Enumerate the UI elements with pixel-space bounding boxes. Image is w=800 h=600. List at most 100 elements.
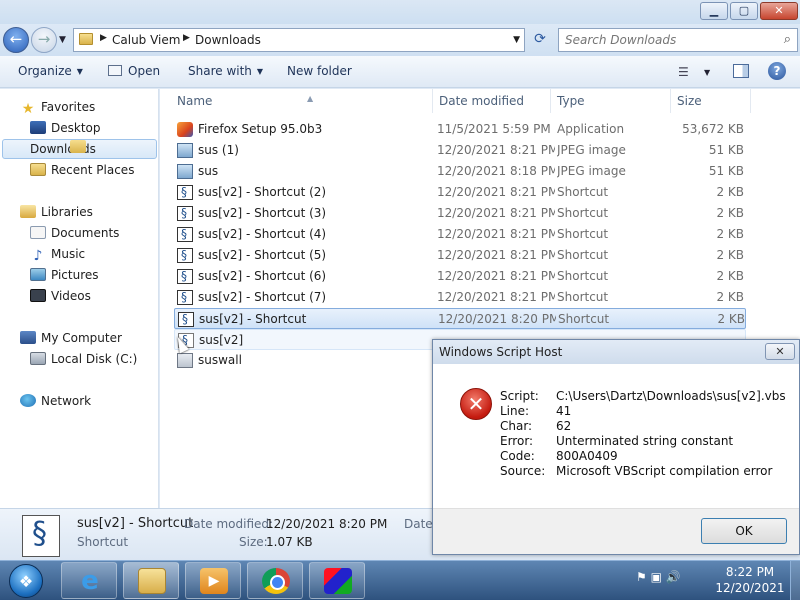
- file-row[interactable]: Firefox Setup 95.0b3 11/5/2021 5:59 PM App…: [174, 119, 746, 140]
- refresh-button[interactable]: ⟳: [528, 28, 552, 52]
- shortcut-script-icon: [177, 287, 193, 308]
- file-row[interactable]: sus (1) 12/20/2021 8:21 PM JPEG image 51 KB: [174, 140, 746, 161]
- star-icon: ★: [21, 101, 35, 117]
- media-player-icon: ▶: [200, 568, 228, 594]
- taskbar-windows-explorer[interactable]: [123, 562, 179, 599]
- taskbar-chrome[interactable]: [247, 562, 303, 599]
- breadcrumb-calub-viem[interactable]: Calub Viem: [112, 33, 180, 47]
- nav-documents[interactable]: Documents: [30, 223, 119, 243]
- nav-desktop-label: Desktop: [51, 121, 101, 135]
- file-name: sus (1): [198, 143, 239, 157]
- taskbar-script-app[interactable]: [309, 562, 365, 599]
- file-size: 2 KB: [716, 227, 744, 241]
- file-size: 2 KB: [716, 185, 744, 199]
- ok-button[interactable]: OK: [701, 518, 787, 544]
- change-view-icon[interactable]: ☰: [678, 65, 689, 79]
- address-row: ← → ▼ ▶ Calub Viem ▶ Downloads ▼ ⟳ ⌕: [0, 24, 800, 56]
- file-date-modified: 12/20/2021 8:20 PM: [438, 312, 556, 326]
- nav-pictures[interactable]: Pictures: [30, 265, 99, 285]
- file-row[interactable]: sus[v2] - Shortcut (7) 12/20/2021 8:21 PM…: [174, 287, 746, 308]
- taskbar-clock[interactable]: 8:22 PM 12/20/2021: [712, 564, 788, 596]
- breadcrumb-separator-icon[interactable]: ▶: [183, 33, 190, 43]
- search-icon[interactable]: ⌕: [784, 32, 791, 47]
- column-header-date-modified[interactable]: Date modified: [433, 89, 551, 113]
- file-row[interactable]: sus[v2] - Shortcut (6) 12/20/2021 8:21 PM…: [174, 266, 746, 287]
- nav-favorites[interactable]: ★ Favorites: [20, 97, 96, 117]
- details-file-type: Shortcut: [77, 535, 129, 549]
- file-date-modified: 12/20/2021 8:21 PM: [437, 143, 555, 157]
- nav-libraries-label: Libraries: [41, 205, 93, 219]
- recent-pages-dropdown[interactable]: ▼: [59, 35, 66, 45]
- file-size: 2 KB: [716, 248, 744, 262]
- address-dropdown-icon[interactable]: ▼: [513, 35, 520, 45]
- script-app-icon: [324, 568, 352, 594]
- share-with-button[interactable]: Share with ▼: [188, 64, 263, 78]
- close-button[interactable]: ✕: [760, 2, 798, 20]
- breadcrumb-separator-icon[interactable]: ▶: [100, 33, 107, 43]
- nav-local-disk[interactable]: Local Disk (C:): [30, 349, 137, 369]
- view-options-dropdown[interactable]: ▼: [704, 68, 710, 77]
- system-tray-icons[interactable]: ⚑ ▣ 🔊: [636, 570, 681, 584]
- search-box[interactable]: ⌕: [558, 28, 798, 52]
- column-header-size[interactable]: Size: [671, 89, 751, 113]
- show-desktop-button[interactable]: [790, 561, 800, 600]
- nav-music-label: Music: [51, 247, 86, 261]
- column-header-name[interactable]: Name ▲: [171, 89, 433, 113]
- nav-desktop[interactable]: Desktop: [30, 118, 101, 138]
- file-name: Firefox Setup 95.0b3: [198, 122, 323, 136]
- file-row[interactable]: sus 12/20/2021 8:18 PM JPEG image 51 KB: [174, 161, 746, 182]
- breadcrumb-downloads[interactable]: Downloads: [195, 33, 261, 47]
- documents-icon: [30, 226, 46, 239]
- file-row[interactable]: sus[v2] - Shortcut (3) 12/20/2021 8:21 PM…: [174, 203, 746, 224]
- file-date-modified: 12/20/2021 8:21 PM: [437, 185, 555, 199]
- details-size-label: Size:: [239, 535, 268, 549]
- nav-network[interactable]: Network: [20, 391, 91, 411]
- minimize-button[interactable]: ▁: [700, 2, 728, 20]
- back-button[interactable]: ←: [3, 27, 29, 53]
- file-row[interactable]: sus[v2] - Shortcut (5) 12/20/2021 8:21 PM…: [174, 245, 746, 266]
- taskbar-internet-explorer[interactable]: e: [61, 562, 117, 599]
- help-icon[interactable]: ?: [768, 62, 786, 80]
- nav-downloads[interactable]: Downloads: [2, 139, 157, 159]
- file-name: sus[v2] - Shortcut (5): [198, 248, 327, 262]
- file-type: Shortcut: [557, 290, 609, 304]
- file-date-modified: 12/20/2021 8:18 PM: [437, 164, 555, 178]
- nav-recent-places[interactable]: Recent Places: [30, 160, 134, 180]
- computer-icon: [20, 331, 36, 344]
- forward-arrow-icon: →: [37, 30, 51, 48]
- search-input[interactable]: [565, 32, 765, 48]
- file-type: Application: [557, 122, 625, 136]
- file-row[interactable]: sus[v2] - Shortcut (4) 12/20/2021 8:21 PM…: [174, 224, 746, 245]
- maximize-button[interactable]: ▢: [730, 2, 758, 20]
- script-value: C:\Users\Dartz\Downloads\sus[v2].vbs: [556, 389, 786, 403]
- shortcut-script-icon: [177, 245, 193, 266]
- organize-label: Organize: [18, 64, 72, 78]
- nav-videos[interactable]: Videos: [30, 286, 91, 306]
- line-value: 41: [556, 404, 572, 418]
- forward-button[interactable]: →: [31, 27, 57, 53]
- file-name: suswall: [198, 353, 242, 367]
- nav-libraries[interactable]: Libraries: [20, 202, 93, 222]
- nav-documents-label: Documents: [51, 226, 120, 240]
- open-button[interactable]: Open: [108, 64, 160, 78]
- file-size: 51 KB: [708, 143, 744, 157]
- file-row[interactable]: sus[v2] - Shortcut (2) 12/20/2021 8:21 PM…: [174, 182, 746, 203]
- music-icon: ♪: [33, 248, 43, 264]
- file-row[interactable]: sus[v2] - Shortcut 12/20/2021 8:20 PMShor…: [174, 308, 746, 330]
- preview-pane-icon[interactable]: [733, 64, 749, 78]
- new-folder-button[interactable]: New folder: [287, 64, 352, 78]
- column-name-label: Name: [177, 94, 213, 108]
- downloads-folder-icon: [70, 140, 86, 153]
- nav-music[interactable]: ♪ Music: [30, 244, 86, 264]
- taskbar-media-player[interactable]: ▶: [185, 562, 241, 599]
- file-size: 2 KB: [716, 290, 744, 304]
- address-bar[interactable]: ▶ Calub Viem ▶ Downloads ▼: [73, 28, 525, 52]
- nav-my-computer[interactable]: My Computer: [20, 328, 122, 348]
- explorer-folder-icon: [138, 568, 166, 594]
- organize-button[interactable]: Organize ▼: [18, 64, 83, 78]
- start-button[interactable]: ❖: [3, 562, 51, 600]
- dialog-close-button[interactable]: ✕: [765, 343, 795, 360]
- file-name: sus[v2] - Shortcut: [199, 312, 307, 326]
- column-header-type[interactable]: Type: [551, 89, 671, 113]
- chevron-down-icon: ▼: [256, 67, 264, 76]
